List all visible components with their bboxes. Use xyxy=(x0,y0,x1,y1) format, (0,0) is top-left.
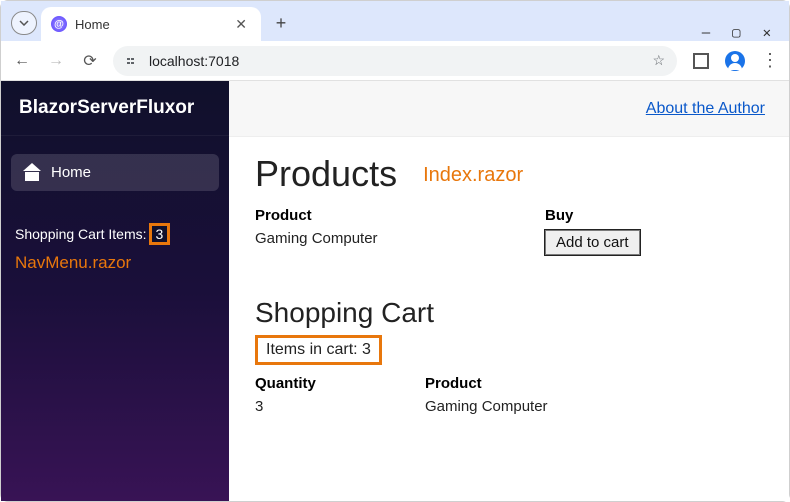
col-header-product: Product xyxy=(255,207,545,224)
nav-item-home[interactable]: Home xyxy=(11,154,219,191)
address-bar[interactable]: localhost:7018 ☆ xyxy=(113,46,677,76)
close-window-button[interactable]: ✕ xyxy=(763,25,771,41)
app-root: BlazorServerFluxor Home Shopping Cart It… xyxy=(1,81,789,501)
window-controls: — ▢ ✕ xyxy=(702,15,789,41)
col-header-buy: Buy xyxy=(545,207,763,224)
profile-avatar-icon[interactable] xyxy=(725,51,745,71)
minimize-button[interactable]: — xyxy=(702,25,710,41)
forward-button[interactable]: → xyxy=(45,52,67,70)
home-icon xyxy=(23,165,41,181)
reload-button[interactable]: ⟳ xyxy=(79,51,101,71)
url-text: localhost:7018 xyxy=(149,53,239,69)
brand-title: BlazorServerFluxor xyxy=(1,81,229,136)
sidebar-cart-count-line: Shopping Cart Items: 3 xyxy=(1,209,229,249)
browser-toolbar: ← → ⟳ localhost:7018 ☆ ⋮ xyxy=(1,41,789,81)
annotation-navmenu: NavMenu.razor xyxy=(1,249,229,277)
cart-heading: Shopping Cart xyxy=(255,297,763,329)
col-header-quantity: Quantity xyxy=(255,375,425,392)
sidebar-cart-label: Shopping Cart Items: xyxy=(15,226,147,242)
items-in-cart-highlight: Items in cart: 3 xyxy=(255,335,382,365)
product-name-cell: Gaming Computer xyxy=(255,230,545,255)
main: About the Author Products Index.razor Pr… xyxy=(229,81,789,501)
about-author-link[interactable]: About the Author xyxy=(646,100,765,118)
add-to-cart-button[interactable]: Add to cart xyxy=(545,230,640,255)
new-tab-button[interactable]: + xyxy=(267,9,295,37)
browser-tab-active[interactable]: @ Home ✕ xyxy=(41,7,261,41)
annotation-index: Index.razor xyxy=(423,164,523,187)
topbar: About the Author xyxy=(229,81,789,137)
tab-title: Home xyxy=(75,17,223,32)
site-info-icon[interactable] xyxy=(125,54,139,68)
close-tab-button[interactable]: ✕ xyxy=(231,16,251,33)
cart-table: Quantity Product 3 Gaming Computer xyxy=(255,375,763,415)
nav: Home xyxy=(1,136,229,209)
sidebar-cart-count-highlight: 3 xyxy=(149,223,171,245)
cart-qty-cell: 3 xyxy=(255,398,425,415)
menu-icon[interactable]: ⋮ xyxy=(761,50,779,71)
col-header-cart-product: Product xyxy=(425,375,763,392)
products-table: Product Buy Gaming Computer Add to cart xyxy=(255,207,763,255)
browser-tabstrip: @ Home ✕ + — ▢ ✕ xyxy=(1,1,789,41)
favicon-icon: @ xyxy=(51,16,67,32)
sidebar: BlazorServerFluxor Home Shopping Cart It… xyxy=(1,81,229,501)
cart-product-cell: Gaming Computer xyxy=(425,398,763,415)
back-button[interactable]: ← xyxy=(11,52,33,70)
maximize-button[interactable]: ▢ xyxy=(732,25,740,41)
products-heading: Products xyxy=(255,153,397,195)
bookmark-icon[interactable]: ☆ xyxy=(652,52,665,69)
extensions-icon[interactable] xyxy=(693,53,709,69)
tab-search-button[interactable] xyxy=(11,11,37,35)
content: Products Index.razor Product Buy Gaming … xyxy=(229,137,789,435)
nav-item-label: Home xyxy=(51,164,91,181)
